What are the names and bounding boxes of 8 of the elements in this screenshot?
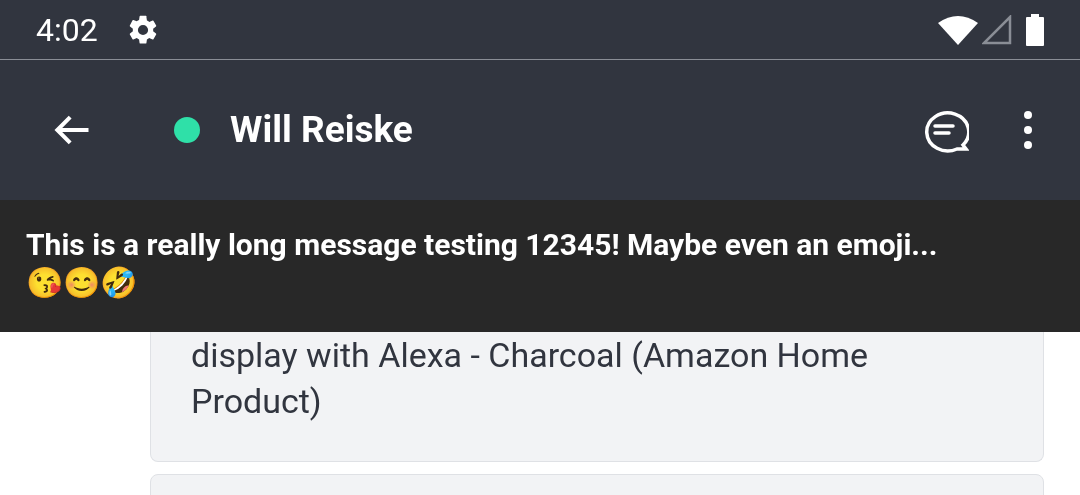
battery-icon: [1026, 13, 1044, 46]
contact-name: Will Reiske: [230, 107, 413, 154]
status-time: 4:02: [36, 13, 98, 46]
message-text: display with Alexa - Charcoal (Amazon Home Product): [191, 334, 870, 423]
more-vertical-icon: [1023, 110, 1033, 150]
wifi-icon: [938, 14, 978, 45]
signal-icon: [982, 14, 1012, 45]
banner-text: This is a really long message testing 12345! Maybe even an emoji... 😘😊🤣: [26, 226, 939, 302]
